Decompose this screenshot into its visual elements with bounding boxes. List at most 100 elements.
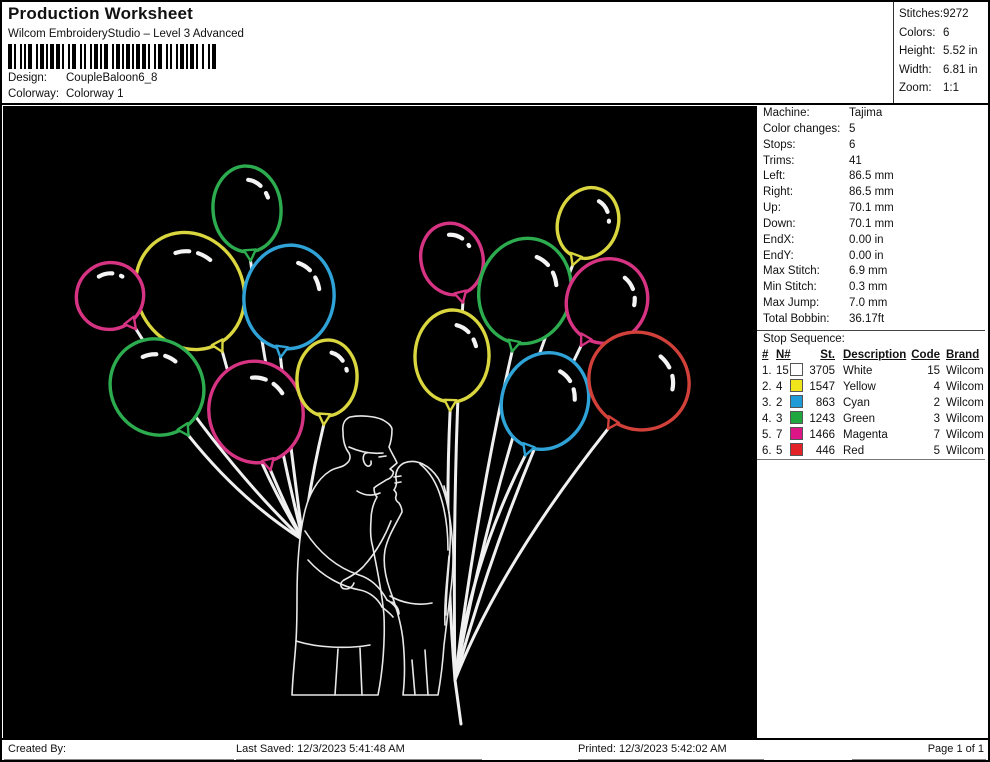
summary-row: Zoom: 1:1 (899, 79, 987, 98)
balloon-body (499, 350, 591, 452)
balloon-string (453, 427, 610, 682)
balloon-knot (242, 248, 258, 263)
machine-info-label: Trims: (763, 154, 795, 167)
stop-row-index: 5. (762, 429, 772, 441)
machine-info-label: EndY: (763, 249, 794, 262)
machine-info-row: Left: 86.5 mm (757, 169, 988, 185)
stop-sequence-row: 2. 4 1547 Yellow 4 Wilcom (757, 379, 985, 395)
stop-row-brand: Wilcom (946, 429, 984, 441)
summary-value: 5.52 in (943, 45, 978, 57)
machine-info-label: Down: (763, 217, 796, 230)
stop-row-index: 4. (762, 413, 772, 425)
stop-sequence-row: 3. 2 863 Cyan 2 Wilcom (757, 395, 985, 411)
stop-row-description: White (843, 365, 873, 377)
machine-info-row: EndY: 0.00 in (757, 249, 988, 265)
stop-row-description: Green (843, 413, 875, 425)
stop-sequence-rule (757, 330, 985, 331)
balloon-body (413, 308, 491, 404)
summary-row: Height: 5.52 in (899, 42, 987, 61)
stop-row-needle: 15 (776, 365, 789, 377)
stop-row-brand: Wilcom (946, 413, 984, 425)
machine-info-value: 70.1 mm (849, 217, 894, 230)
machine-info-label: Left: (763, 170, 786, 183)
couple-detail-line (394, 481, 402, 484)
machine-info-row: Max Jump: 7.0 mm (757, 296, 988, 312)
stop-row-stitches: 1547 (809, 381, 835, 393)
stop-row-needle: 5 (776, 445, 783, 457)
stop-column-header: St. (820, 349, 835, 361)
machine-info-value: 0.00 in (849, 233, 884, 246)
summary-row: Colors: 6 (899, 24, 987, 43)
summary-label: Colors: (899, 26, 936, 39)
stop-row-brand: Wilcom (946, 381, 984, 393)
stop-row-description: Cyan (843, 397, 870, 409)
machine-info-label: Right: (763, 186, 794, 199)
machine-info-label: Color changes: (763, 122, 841, 135)
machine-info-value: 86.5 mm (849, 186, 894, 199)
stop-column-header: N# (776, 349, 791, 361)
stop-row-needle: 7 (776, 429, 783, 441)
stop-row-stitches: 863 (815, 397, 835, 409)
summary-value: 6 (943, 26, 950, 39)
summary-value: 1:1 (943, 82, 959, 94)
colorway-name: Colorway 1 (66, 88, 124, 100)
stop-row-index: 6. (762, 445, 772, 457)
stop-sequence-row: 6. 5 446 Red 5 Wilcom (757, 443, 985, 459)
machine-info-row: Total Bobbin: 36.17ft (757, 312, 988, 328)
footer-created-by: Created By: (4, 742, 234, 760)
design-info-panel: Machine: Tajima Color changes: 5 Stops: 6 Trim… (757, 104, 988, 738)
machine-info-label: EndX: (763, 233, 795, 246)
summary-label: Height: (899, 45, 936, 57)
main-bottom-rule (0, 738, 990, 740)
balloon-knot (453, 289, 468, 304)
footer-page-number: Page 1 of 1 (852, 742, 986, 760)
summary-row: Stitches: 9272 (899, 5, 987, 24)
machine-info-row: Right: 86.5 mm (757, 185, 988, 201)
machine-info-row: Up: 70.1 mm (757, 201, 988, 217)
summary-box: Stitches: 9272 Colors: 6 Height: 5.52 in Width… (899, 5, 987, 98)
app-subtitle: Wilcom EmbroideryStudio – Level 3 Advanc… (8, 28, 244, 40)
stop-row-description: Red (843, 445, 865, 457)
string-tail (453, 678, 463, 726)
stop-column-header: Brand (946, 349, 980, 361)
machine-info-value: 6.9 mm (849, 265, 888, 278)
stop-sequence-row: 5. 7 1466 Magenta 7 Wilcom (757, 427, 985, 443)
stop-column-header: Code (911, 349, 940, 361)
page-title: Production Worksheet (8, 4, 194, 23)
machine-info-row: Trims: 41 (757, 154, 988, 170)
stop-row-index: 1. (762, 365, 772, 377)
barcode-bar (212, 44, 216, 69)
stop-sequence-row: 1. 15 3705 White 15 Wilcom (757, 363, 985, 379)
design-barcode (8, 44, 220, 69)
design-label: Design: (8, 72, 47, 84)
stop-row-code: 2 (933, 397, 940, 409)
balloon-yellow (413, 308, 491, 413)
balloon-knot (317, 412, 332, 427)
stop-column-header: # (762, 349, 769, 361)
machine-info-value: Tajima (849, 107, 883, 119)
summary-label: Stitches: (899, 8, 944, 20)
machine-info-row: Stops: 6 (757, 138, 988, 154)
summary-label: Zoom: (899, 82, 932, 94)
machine-info-row: EndX: 0.00 in (757, 233, 988, 249)
machine-info-label: Max Stitch: (763, 265, 820, 278)
balloon-knot (507, 338, 522, 353)
machine-info-row: Color changes: 5 (757, 122, 988, 138)
stop-row-needle: 3 (776, 413, 783, 425)
balloon-body (211, 164, 283, 254)
machine-info-value: 36.17ft (849, 312, 885, 325)
embroidery-design-couple-balloons (74, 164, 691, 726)
machine-info-row: Max Stitch: 6.9 mm (757, 264, 988, 280)
machine-info-label: Machine: (763, 107, 810, 119)
stop-sequence-label: Stop Sequence: (763, 333, 845, 345)
stop-row-brand: Wilcom (946, 397, 984, 409)
summary-row: Width: 6.81 in (899, 61, 987, 80)
footer-last-saved: Last Saved: 12/3/2023 5:41:48 AM (236, 742, 482, 760)
summary-label: Width: (899, 63, 932, 76)
balloon-body (295, 338, 359, 418)
stop-row-stitches: 446 (815, 445, 835, 457)
machine-info-value: 0.3 mm (849, 281, 888, 294)
machine-info-row: Min Stitch: 0.3 mm (757, 280, 988, 296)
summary-value: 6.81 in (943, 63, 978, 76)
colorway-label: Colorway: (8, 88, 60, 100)
